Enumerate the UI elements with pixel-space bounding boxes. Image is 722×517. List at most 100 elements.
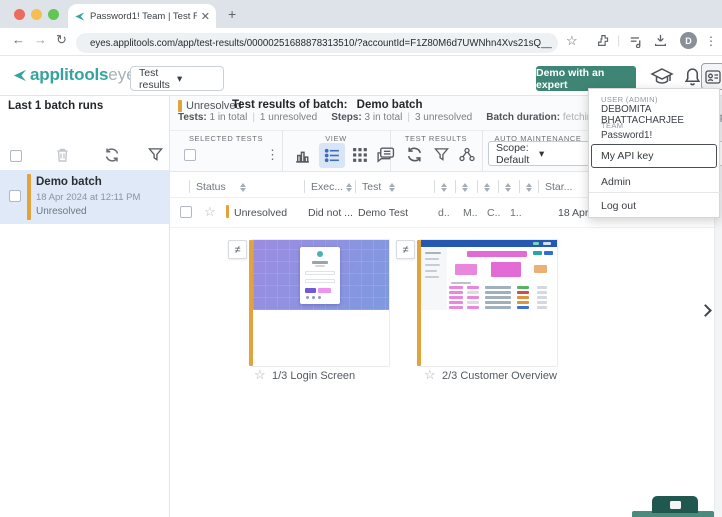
user-profile-menu-button[interactable]	[701, 63, 722, 90]
dashboard-button-mock	[533, 251, 542, 255]
browser-profile-avatar[interactable]: D	[680, 32, 697, 49]
step-caption[interactable]: 2/3 Customer Overview	[442, 370, 557, 382]
menu-item-my-api-key[interactable]: My API key	[591, 144, 717, 168]
window-minimize-button[interactable]	[31, 9, 42, 20]
address-bar[interactable]: eyes.applitools.com/app/test-results/000…	[76, 33, 558, 53]
sort-icon[interactable]	[240, 183, 246, 192]
row-checkbox[interactable]	[180, 206, 192, 218]
step-thumbnail-customer-overview[interactable]	[421, 240, 557, 366]
steps-total: 3 in total	[364, 112, 403, 123]
row-divider	[170, 227, 714, 228]
sort-icon[interactable]	[346, 183, 352, 192]
column-divider	[434, 180, 435, 193]
sort-icon[interactable]	[389, 183, 395, 192]
step-thumbnail-login[interactable]	[253, 240, 389, 366]
view-chart-icon[interactable]	[294, 147, 311, 169]
back-icon[interactable]: ←	[12, 33, 25, 47]
user-role-label: USER (ADMIN)	[601, 95, 658, 104]
row-star-icon[interactable]: ☆	[204, 204, 216, 220]
diff-highlight-stack	[491, 262, 521, 277]
browser-menu-kebab-icon[interactable]: ⋮	[705, 34, 717, 48]
applitools-logo[interactable]: applitools eyes	[12, 65, 144, 85]
steps-label: Steps:	[331, 112, 362, 123]
chevron-down-icon: ▾	[539, 147, 545, 160]
row-execution[interactable]: Did not ...	[308, 207, 353, 219]
view-label: VIEW	[325, 134, 347, 143]
filter-results-icon[interactable]	[434, 147, 449, 167]
profile-card-icon	[705, 69, 721, 84]
row-test-name[interactable]: Demo Test	[358, 207, 408, 219]
sort-icon[interactable]	[462, 183, 468, 192]
browser-tab-strip: Password1! Team | Test Resul ✕ +	[0, 0, 722, 28]
sidebar-select-all-checkbox[interactable]	[10, 150, 22, 162]
tab-close-icon[interactable]: ✕	[201, 10, 210, 23]
chevron-down-icon: ▾	[177, 72, 183, 85]
team-label: TEAM	[601, 121, 624, 130]
batch-status-bar	[27, 174, 31, 220]
view-list-icon[interactable]	[324, 147, 341, 169]
forward-icon[interactable]: →	[34, 33, 47, 47]
window-zoom-button[interactable]	[48, 9, 59, 20]
tests-more-kebab-icon[interactable]: ⋮	[266, 147, 279, 163]
diff-highlight-chart	[455, 264, 477, 275]
tests-label: Tests:	[178, 112, 207, 123]
diff-highlight-block	[467, 251, 527, 257]
tab-title: Password1! Team | Test Resul	[90, 10, 197, 22]
extensions-puzzle-icon[interactable]	[597, 34, 610, 52]
browser-window: Password1! Team | Test Resul ✕ + ← → ↻ e…	[0, 0, 722, 517]
step-status-bar	[249, 240, 253, 366]
app-section-value: Test results	[139, 66, 170, 91]
row-col-m: M..	[463, 207, 478, 219]
window-close-button[interactable]	[14, 9, 25, 20]
batch-list-item[interactable]: Demo batch 18 Apr 2024 at 12:11 PM Unres…	[0, 170, 170, 224]
diff-not-equal-badge[interactable]: ≠	[396, 240, 415, 259]
column-header-execution[interactable]: Exec...	[311, 181, 343, 193]
step-star-icon[interactable]: ☆	[254, 367, 266, 383]
view-comments-icon[interactable]	[376, 146, 395, 169]
step-star-icon[interactable]: ☆	[424, 367, 436, 383]
refresh-batches-icon[interactable]	[104, 147, 120, 168]
sort-icon[interactable]	[441, 183, 447, 192]
delete-batch-trash-icon[interactable]	[55, 147, 70, 168]
sidebar-title: Last 1 batch runs	[8, 100, 104, 112]
duration-label: Batch duration:	[486, 112, 561, 123]
new-tab-button[interactable]: +	[228, 7, 236, 21]
chat-widget-button[interactable]	[652, 496, 698, 513]
row-status[interactable]: Unresolved	[234, 207, 287, 219]
column-divider	[477, 180, 478, 193]
column-divider	[355, 180, 356, 193]
app-section-dropdown[interactable]: Test results ▾	[130, 66, 224, 91]
sort-icon[interactable]	[505, 183, 511, 192]
batch-name: Demo batch	[36, 176, 102, 188]
toolbar-divider: |	[617, 33, 621, 47]
browser-tab[interactable]: Password1! Team | Test Resul ✕	[68, 4, 216, 28]
dashboard-button-mock	[544, 251, 553, 255]
sort-icon[interactable]	[526, 183, 532, 192]
step-status-bar	[417, 240, 421, 366]
diff-not-equal-badge[interactable]: ≠	[228, 240, 247, 259]
scope-dropdown[interactable]: Scope: Default ▾	[488, 141, 590, 166]
menu-divider	[589, 192, 721, 193]
filter-batches-icon[interactable]	[148, 147, 163, 167]
select-all-tests-checkbox[interactable]	[184, 149, 196, 161]
column-header-test[interactable]: Test	[362, 181, 381, 193]
pinned-extension-icon[interactable]	[630, 35, 643, 53]
menu-item-log-out[interactable]: Log out	[589, 196, 721, 216]
sort-icon[interactable]	[484, 183, 490, 192]
column-header-status[interactable]: Status	[196, 181, 226, 193]
menu-item-admin[interactable]: Admin	[589, 172, 721, 192]
share-nodes-icon[interactable]	[458, 146, 476, 168]
column-header-start[interactable]: Star...	[545, 181, 572, 193]
view-grid-icon[interactable]	[352, 147, 369, 169]
batch-checkbox[interactable]	[9, 190, 21, 202]
refresh-results-icon[interactable]	[406, 146, 423, 168]
column-divider	[498, 180, 499, 193]
column-divider	[304, 180, 305, 193]
row-col-d: d..	[438, 207, 450, 219]
step-caption[interactable]: 1/3 Login Screen	[272, 370, 355, 382]
batch-status-label: Unresolved	[36, 206, 87, 217]
refresh-icon[interactable]: ↻	[56, 33, 67, 47]
batch-header-status-bar	[178, 100, 182, 112]
bookmark-star-icon[interactable]: ☆	[566, 33, 578, 49]
download-icon[interactable]	[654, 34, 667, 52]
